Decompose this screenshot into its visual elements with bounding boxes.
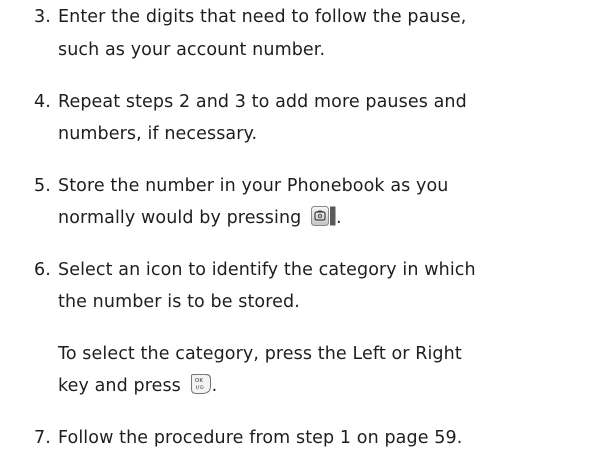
step-5-period: . <box>336 208 342 228</box>
step-3-text-line-1: Enter the digits that need to follow the… <box>58 7 467 27</box>
step-5-number: 5. <box>34 176 51 196</box>
ok-key-label-bottom: i/⊙ <box>195 385 203 391</box>
step-6-number: 6. <box>34 260 51 280</box>
step-3-text-line-2: such as your account number. <box>58 40 326 60</box>
step-4-number: 4. <box>34 92 51 112</box>
step-5-text-line-1: Store the number in your Phonebook as yo… <box>58 176 449 196</box>
ok-key-label-top: OK <box>195 378 203 384</box>
phone-send-key-icon <box>311 206 336 226</box>
step-4-text-line-1: Repeat steps 2 and 3 to add more pauses … <box>58 92 467 112</box>
step-7-text-line-1: Follow the procedure from step 1 on page… <box>58 428 463 448</box>
step-6-subtext-line-2: key and press <box>58 376 181 396</box>
step-6-text-line-1: Select an icon to identify the category … <box>58 260 476 280</box>
step-3-number: 3. <box>34 7 51 27</box>
step-6-period: . <box>211 376 218 396</box>
ok-key-icon: OK i/⊙ <box>190 374 211 394</box>
step-6-subtext-line-2-wrap: key and press OK i/⊙ . <box>58 374 218 397</box>
step-7-number: 7. <box>34 428 51 448</box>
step-6-subtext-line-1: To select the category, press the Left o… <box>58 344 462 364</box>
step-5-text-line-2: normally would by pressing <box>58 208 302 228</box>
step-6-text-line-2: the number is to be stored. <box>58 292 300 312</box>
manual-page: 3. Enter the digits that need to follow … <box>0 0 599 451</box>
step-5-text-line-2-wrap: normally would by pressing . <box>58 206 342 229</box>
step-4-text-line-2: numbers, if necessary. <box>58 124 258 144</box>
